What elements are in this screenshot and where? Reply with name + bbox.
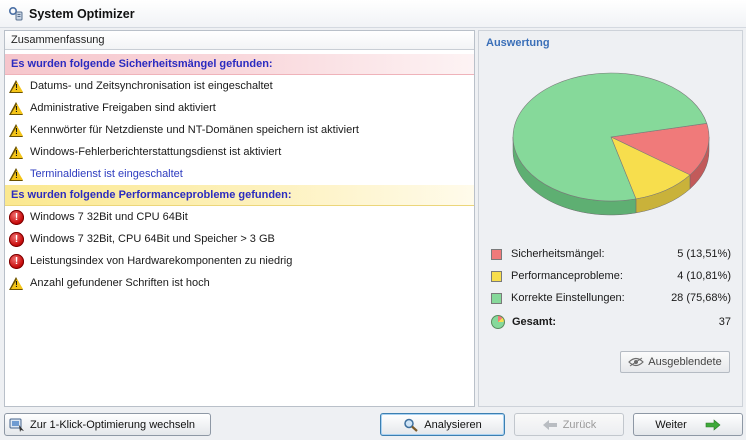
legend-row-security: Sicherheitsmängel: 5 (13,51%) xyxy=(491,243,731,265)
legend-swatch-correct xyxy=(491,292,502,304)
list-item-text: Windows 7 32Bit, CPU 64Bit und Speicher … xyxy=(30,233,275,245)
warning-icon: ! xyxy=(9,79,24,94)
title-bar: System Optimizer xyxy=(0,0,746,28)
eye-icon xyxy=(628,357,645,367)
list-item[interactable]: ! Windows 7 32Bit, CPU 64Bit und Speicher… xyxy=(5,228,474,250)
one-click-optimization-button[interactable]: Zur 1-Klick-Optimierung wechseln xyxy=(4,413,211,436)
pie-chart-icon xyxy=(491,315,505,329)
list-item-text: Kennwörter für Netzdienste und NT-Domäne… xyxy=(30,124,359,136)
one-click-optimization-label: Zur 1-Klick-Optimierung wechseln xyxy=(30,418,196,431)
list-item[interactable]: ! Administrative Freigaben sind aktiviert xyxy=(5,97,474,119)
back-label: Zurück xyxy=(562,418,597,431)
list-item-text: Windows-Fehlerberichterstattungsdienst i… xyxy=(30,146,282,158)
list-item[interactable]: ! Windows-Fehlerberichterstattungsdienst … xyxy=(5,141,474,163)
system-optimizer-icon xyxy=(8,6,23,21)
legend-swatch-security xyxy=(491,248,502,260)
legend-label: Sicherheitsmängel: xyxy=(511,248,605,260)
back-button[interactable]: Zurück xyxy=(514,413,624,436)
legend-value: 28 (75,68%) xyxy=(671,292,731,304)
list-item-text: Administrative Freigaben sind aktiviert xyxy=(30,102,216,114)
hidden-items-label: Ausgeblendete xyxy=(648,356,722,368)
one-click-icon xyxy=(9,418,25,432)
evaluation-legend: Sicherheitsmängel: 5 (13,51%) Performanc… xyxy=(491,243,731,333)
error-icon: ! xyxy=(9,253,24,269)
legend-row-performance: Performanceprobleme: 4 (10,81%) xyxy=(491,265,731,287)
window-title: System Optimizer xyxy=(29,6,135,21)
performance-issues-heading: Es wurden folgende Performanceprobleme g… xyxy=(5,185,474,206)
warning-icon: ! xyxy=(9,167,24,182)
legend-label: Korrekte Einstellungen: xyxy=(511,292,625,304)
list-item-text: Datums- und Zeitsynchronisation ist eing… xyxy=(30,80,273,92)
list-item[interactable]: ! Terminaldienst ist eingeschaltet xyxy=(5,163,474,185)
security-issues-heading: Es wurden folgende Sicherheitsmängel gef… xyxy=(5,54,474,75)
warning-icon: ! xyxy=(9,276,24,291)
legend-value: 4 (10,81%) xyxy=(677,270,731,282)
list-item[interactable]: ! Leistungsindex von Hardwarekomponenten … xyxy=(5,250,474,272)
legend-row-total: Gesamt: 37 xyxy=(491,311,731,333)
main-area: Zusammenfassung Es wurden folgende Siche… xyxy=(0,28,746,410)
analyze-button[interactable]: Analysieren xyxy=(380,413,505,436)
list-item-link[interactable]: Terminaldienst ist eingeschaltet xyxy=(30,168,183,180)
evaluation-panel: Auswertung Sicherheitsmängel: 5 (13,51%)… xyxy=(478,30,743,407)
list-item-text: Anzahl gefundener Schriften ist hoch xyxy=(30,277,210,289)
warning-icon: ! xyxy=(9,123,24,138)
arrow-left-icon xyxy=(542,418,558,432)
list-item[interactable]: ! Kennwörter für Netzdienste und NT-Domän… xyxy=(5,119,474,141)
list-item[interactable]: ! Datums- und Zeitsynchronisation ist ein… xyxy=(5,75,474,97)
arrow-right-icon xyxy=(705,418,721,432)
legend-swatch-performance xyxy=(491,270,502,282)
total-label: Gesamt: xyxy=(512,316,557,328)
summary-panel: Zusammenfassung Es wurden folgende Siche… xyxy=(4,30,475,407)
total-value: 37 xyxy=(718,316,731,328)
list-item[interactable]: ! Windows 7 32Bit und CPU 64Bit xyxy=(5,206,474,228)
list-item-text: Windows 7 32Bit und CPU 64Bit xyxy=(30,211,188,223)
magnifier-icon xyxy=(403,418,419,432)
warning-icon: ! xyxy=(9,145,24,160)
evaluation-pie-chart xyxy=(512,72,710,216)
hidden-items-button[interactable]: Ausgeblendete xyxy=(620,351,730,373)
error-icon: ! xyxy=(9,231,24,247)
evaluation-title: Auswertung xyxy=(486,37,550,49)
legend-value: 5 (13,51%) xyxy=(677,248,731,260)
warning-icon: ! xyxy=(9,101,24,116)
list-item[interactable]: ! Anzahl gefundener Schriften ist hoch xyxy=(5,272,474,294)
legend-label: Performanceprobleme: xyxy=(511,270,623,282)
error-icon: ! xyxy=(9,209,24,225)
analyze-label: Analysieren xyxy=(424,418,482,431)
next-button[interactable]: Weiter xyxy=(633,413,743,436)
legend-row-correct: Korrekte Einstellungen: 28 (75,68%) xyxy=(491,287,731,309)
next-label: Weiter xyxy=(655,418,687,431)
footer-bar: Zur 1-Klick-Optimierung wechseln Analysi… xyxy=(0,410,746,440)
summary-header: Zusammenfassung xyxy=(5,31,474,50)
list-item-text: Leistungsindex von Hardwarekomponenten z… xyxy=(30,255,293,267)
